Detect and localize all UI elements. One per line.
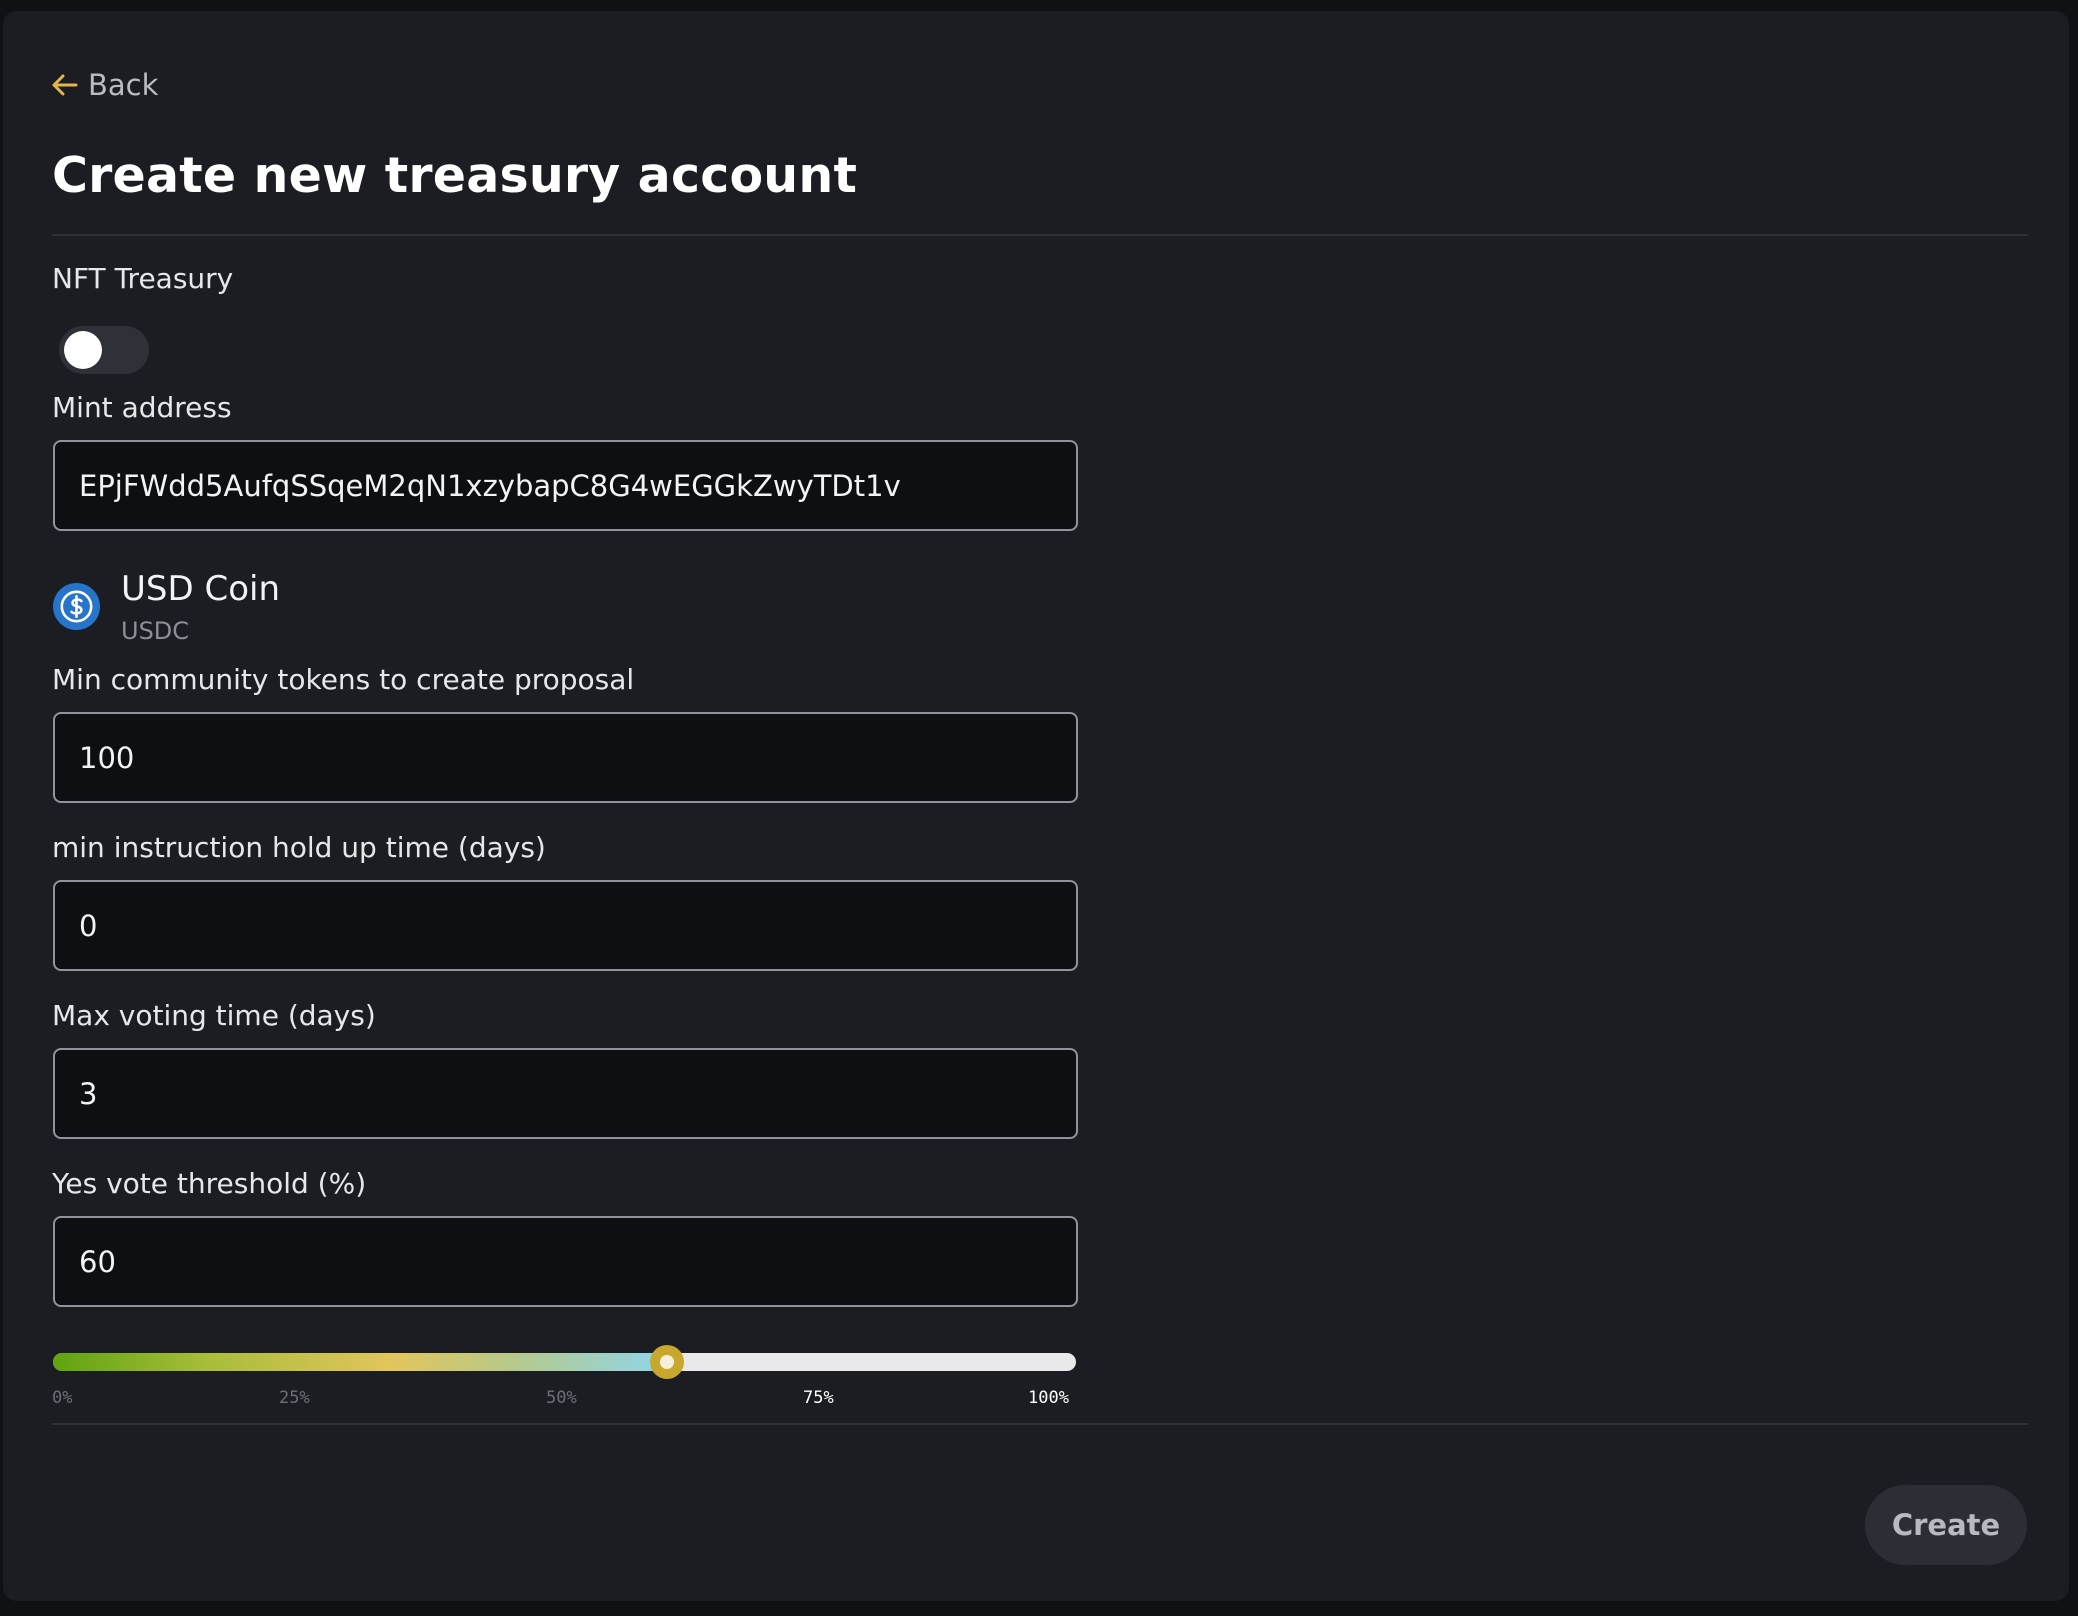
slider-tick-0: 0% — [52, 1388, 73, 1408]
max-voting-time-input[interactable] — [55, 1050, 1076, 1137]
mint-address-label: Mint address — [52, 391, 232, 424]
slider-tick-100: 100% — [1028, 1388, 1069, 1408]
threshold-slider-track[interactable] — [53, 1353, 1076, 1371]
min-hold-up-time-label: min instruction hold up time (days) — [52, 831, 546, 864]
create-button[interactable]: Create — [1865, 1485, 2027, 1565]
create-treasury-panel: Back Create new treasury account NFT Tre… — [3, 11, 2069, 1601]
back-link[interactable]: Back — [52, 68, 158, 102]
min-hold-up-time-input[interactable] — [55, 882, 1076, 969]
footer-divider — [52, 1423, 2028, 1425]
threshold-slider-fill — [53, 1353, 667, 1371]
nft-treasury-toggle[interactable] — [59, 326, 149, 374]
yes-vote-threshold-field[interactable] — [53, 1216, 1078, 1307]
back-label: Back — [88, 68, 159, 102]
mint-address-field[interactable] — [53, 440, 1078, 531]
page-title: Create new treasury account — [52, 147, 858, 204]
min-community-tokens-label: Min community tokens to create proposal — [52, 663, 635, 696]
max-voting-time-field[interactable] — [53, 1048, 1078, 1139]
nft-treasury-label: NFT Treasury — [52, 262, 234, 295]
token-name: USD Coin — [121, 569, 280, 609]
min-community-tokens-input[interactable] — [55, 714, 1076, 801]
min-community-tokens-field[interactable] — [53, 712, 1078, 803]
yes-vote-threshold-input[interactable] — [55, 1218, 1076, 1305]
slider-tick-50: 50% — [546, 1388, 577, 1408]
slider-tick-25: 25% — [279, 1388, 310, 1408]
max-voting-time-label: Max voting time (days) — [52, 999, 376, 1032]
min-hold-up-time-field[interactable] — [53, 880, 1078, 971]
slider-tick-75: 75% — [803, 1388, 834, 1408]
usdc-coin-icon — [53, 583, 100, 630]
yes-vote-threshold-label: Yes vote threshold (%) — [52, 1167, 367, 1200]
token-symbol: USDC — [121, 617, 190, 645]
header-divider — [52, 234, 2028, 236]
arrow-left-icon — [52, 74, 78, 96]
mint-address-input[interactable] — [55, 442, 1076, 529]
toggle-knob — [64, 331, 102, 369]
threshold-slider-thumb[interactable] — [649, 1345, 684, 1379]
